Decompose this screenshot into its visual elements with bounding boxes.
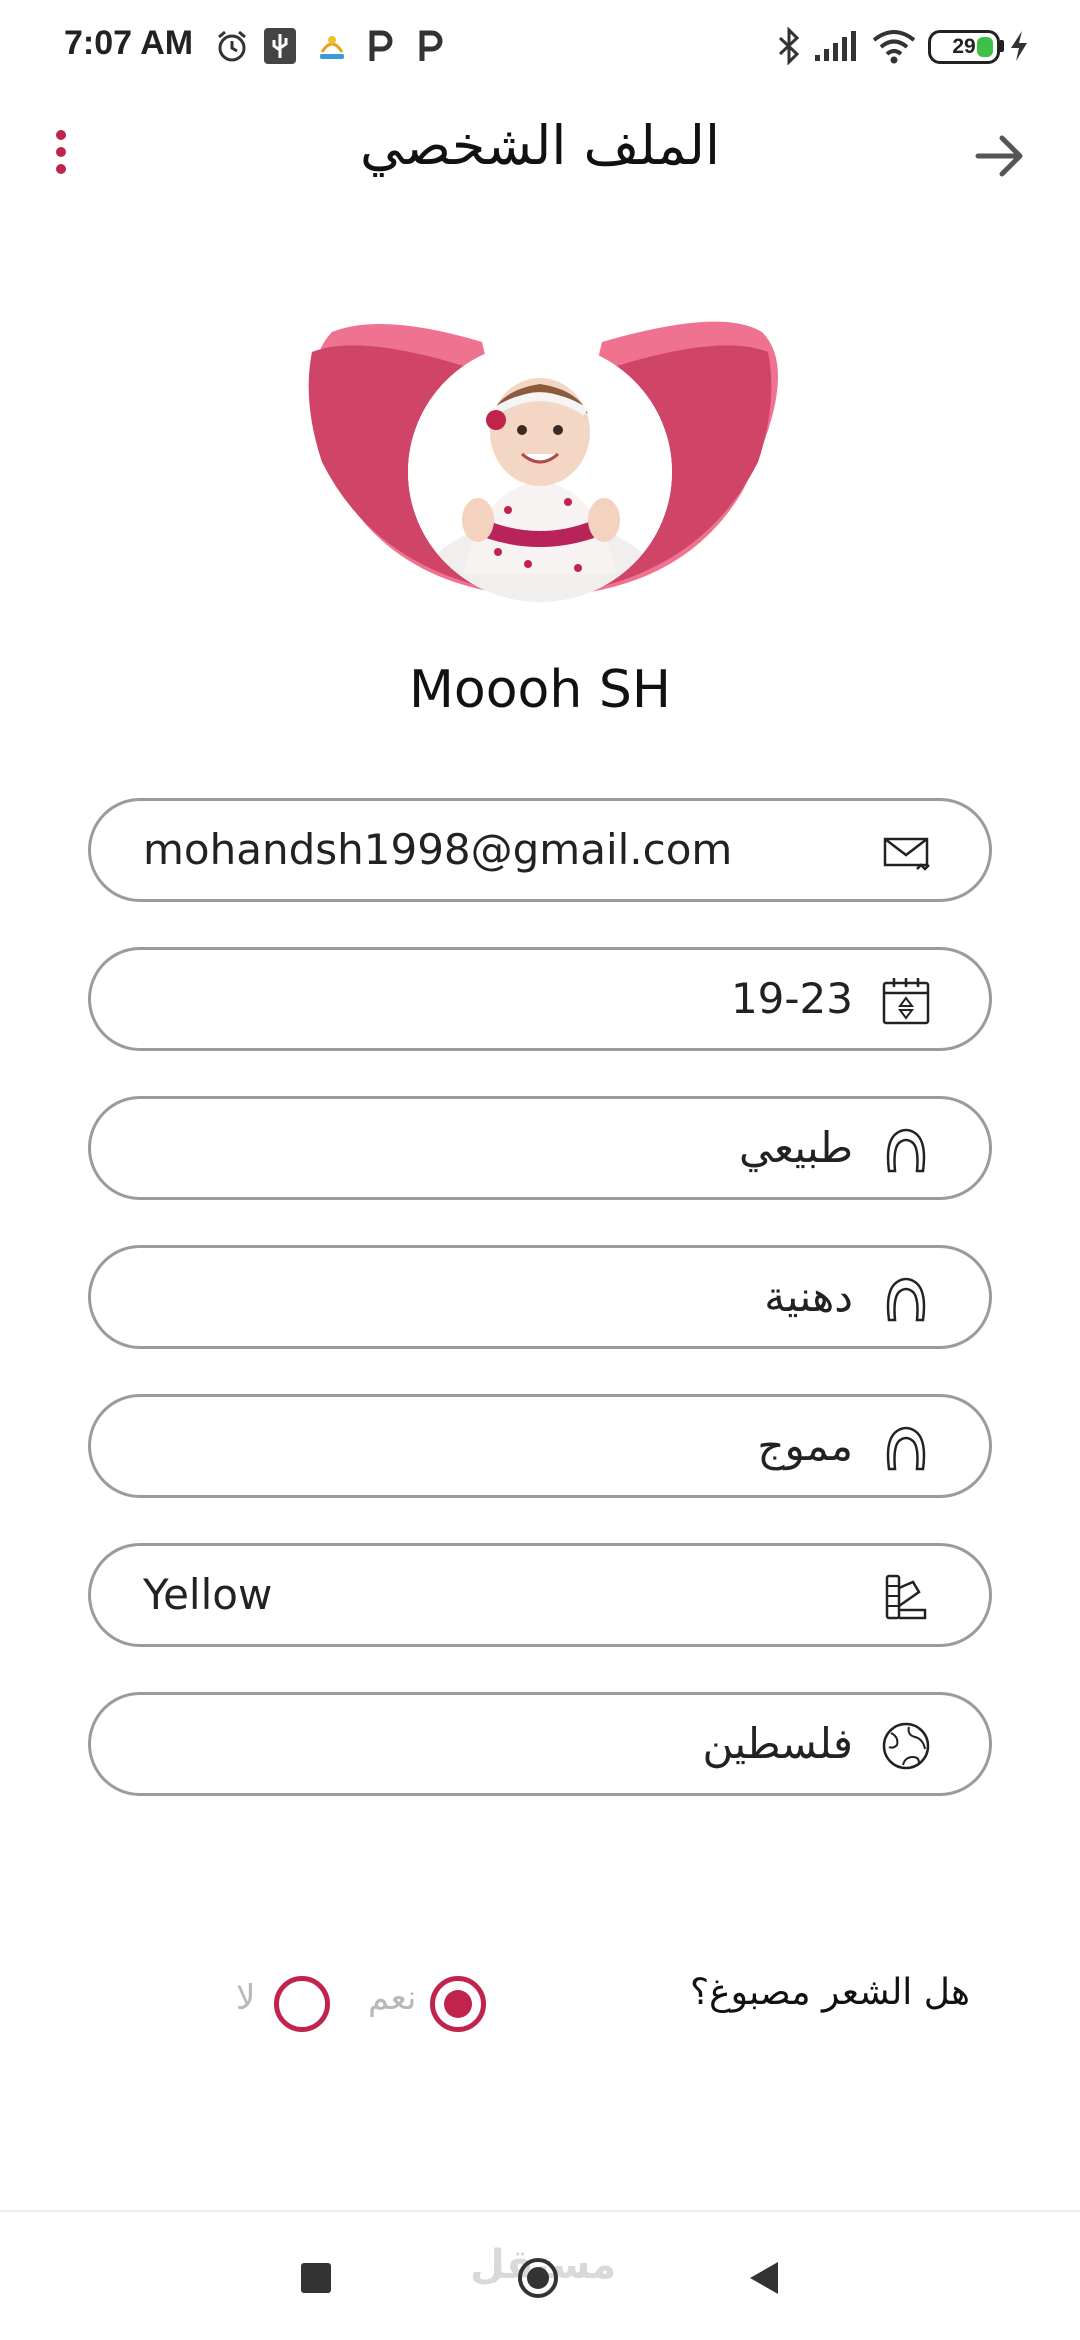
battery-icon: 29 — [928, 30, 1000, 64]
battery-tip — [1000, 40, 1004, 52]
app-notification-icon — [312, 24, 352, 68]
scalp-type-value: دهنية — [764, 1272, 853, 1321]
dyed-no-radio[interactable] — [274, 1976, 330, 2032]
hair-texture-field[interactable]: مموج — [88, 1394, 992, 1498]
hair-color-field[interactable]: Yellow — [88, 1543, 992, 1647]
menu-dot — [56, 130, 66, 140]
square-icon — [301, 2263, 331, 2293]
dyed-yes-label: نعم — [368, 1978, 417, 2018]
baby-photo — [408, 342, 672, 602]
signal-icon — [812, 24, 860, 68]
battery-level: 29 — [952, 35, 976, 58]
bluetooth-icon — [774, 24, 804, 68]
triangle-back-icon — [750, 2262, 778, 2294]
country-field[interactable]: فلسطين — [88, 1692, 992, 1796]
overflow-menu-button[interactable] — [36, 116, 86, 188]
recents-button[interactable] — [294, 2256, 338, 2300]
usb-icon — [260, 24, 300, 68]
menu-dot — [56, 147, 66, 157]
page-title: الملف الشخصي — [360, 114, 720, 177]
hair-type-value: طبيعي — [738, 1123, 853, 1172]
hair-color-value: Yellow — [143, 1570, 273, 1619]
hair-icon — [886, 1426, 926, 1471]
email-value: mohandsh1998@gmail.com — [143, 825, 733, 874]
hair-type-field[interactable]: طبيعي — [88, 1096, 992, 1200]
parking-icon — [364, 24, 396, 68]
email-field[interactable]: mohandsh1998@gmail.com — [88, 798, 992, 902]
globe-icon — [882, 1722, 930, 1770]
calendar-icon — [882, 978, 930, 1025]
hair-icon — [886, 1128, 926, 1173]
birth-field[interactable]: 19-23 — [88, 947, 992, 1051]
status-bar: 7:07 AM 29 — [0, 0, 1080, 96]
menu-dot — [56, 164, 66, 174]
battery-fill — [977, 37, 993, 57]
app-bar: الملف الشخصي — [0, 96, 1080, 212]
back-button[interactable] — [742, 2256, 786, 2300]
alarm-icon — [212, 24, 252, 68]
navigation-bar: مستقل — [0, 2210, 1080, 2340]
parking-icon — [414, 24, 446, 68]
mail-icon — [883, 837, 930, 871]
color-palette-icon — [885, 1574, 927, 1620]
avatar[interactable] — [302, 312, 778, 602]
dyed-yes-radio[interactable] — [430, 1976, 486, 2032]
home-button[interactable] — [516, 2256, 560, 2300]
home-circle-icon — [518, 2258, 558, 2298]
profile-name: Moooh SH — [409, 660, 671, 720]
hair-texture-value: مموج — [757, 1421, 853, 1470]
charging-icon — [1006, 24, 1032, 68]
country-value: فلسطين — [702, 1719, 853, 1768]
avatar-photo — [408, 342, 672, 602]
scalp-type-field[interactable]: دهنية — [88, 1245, 992, 1349]
arrow-right-icon — [975, 135, 1023, 177]
dyed-question-label: هل الشعر مصبوغ؟ — [689, 1972, 970, 2013]
hair-icon — [886, 1277, 926, 1322]
wifi-icon — [870, 24, 918, 68]
dyed-no-label: لا — [236, 1978, 256, 2018]
back-arrow-button[interactable] — [968, 124, 1032, 188]
status-time: 7:07 AM — [64, 24, 194, 62]
birth-value: 19-23 — [730, 974, 853, 1023]
